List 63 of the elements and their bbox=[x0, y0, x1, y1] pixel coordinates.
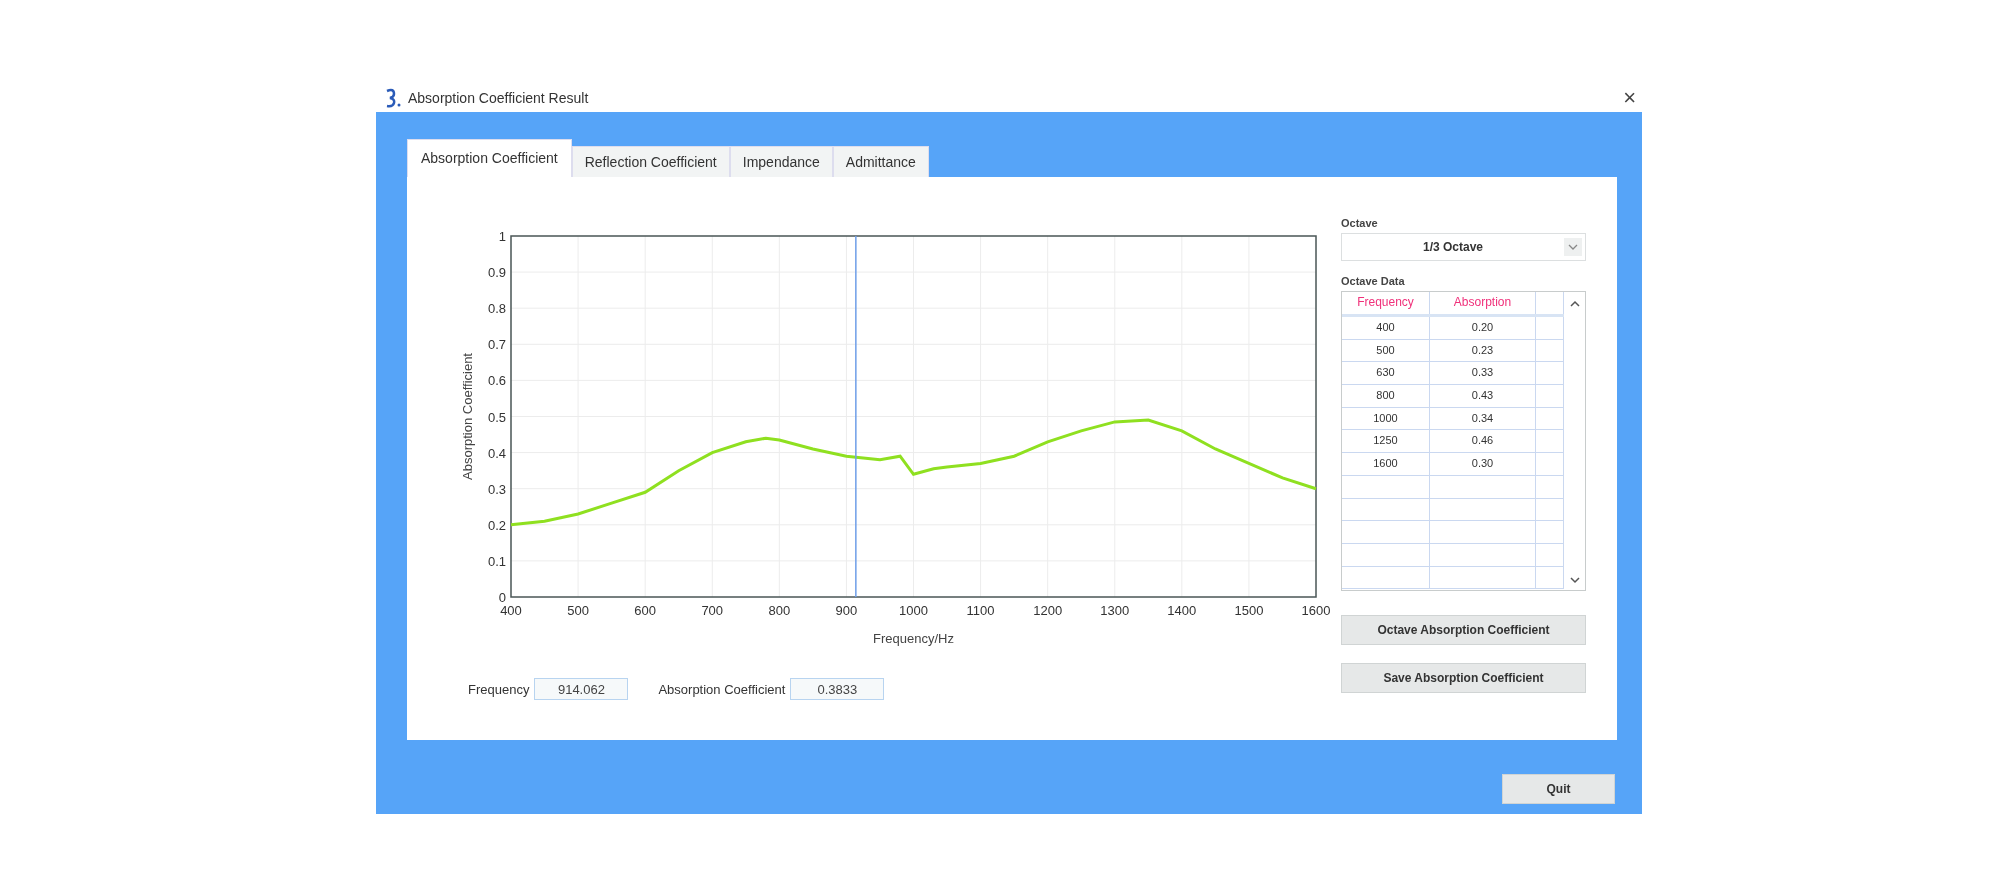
x-axis-title: Frequency/Hz bbox=[873, 631, 954, 646]
x-tick-label: 400 bbox=[500, 603, 522, 618]
x-tick-label: 1600 bbox=[1301, 603, 1331, 618]
y-tick-label: 0.6 bbox=[487, 373, 506, 389]
frequency-field[interactable]: 914.062 bbox=[534, 678, 629, 700]
x-tick-label: 700 bbox=[701, 603, 724, 618]
coefficient-label: Absorption Coefficient bbox=[658, 681, 786, 697]
table-cell: 400 bbox=[1342, 317, 1430, 339]
tab[interactable]: Admittance bbox=[832, 146, 929, 177]
action-button[interactable]: Save Absorption Coefficient bbox=[1341, 663, 1586, 693]
scroll-up-icon[interactable] bbox=[1568, 300, 1581, 308]
y-tick-label: 0.1 bbox=[487, 553, 506, 569]
x-tick-label: 900 bbox=[835, 603, 858, 618]
x-tick-label: 1100 bbox=[966, 603, 995, 618]
column-header: Frequency bbox=[1342, 292, 1430, 314]
y-tick-label: 0.2 bbox=[487, 517, 506, 533]
y-tick-label: 0.4 bbox=[487, 445, 506, 461]
x-tick-label: 600 bbox=[634, 603, 656, 618]
x-tick-label: 1400 bbox=[1167, 603, 1197, 618]
y-tick-label: 0.9 bbox=[487, 265, 506, 281]
tab[interactable]: Reflection Coefficient bbox=[571, 146, 730, 177]
table-cell: 1000 bbox=[1342, 407, 1430, 430]
coefficient-field[interactable]: 0.3833 bbox=[790, 678, 885, 700]
window-title: Absorption Coefficient Result bbox=[408, 89, 589, 106]
y-tick-label: 0 bbox=[498, 590, 506, 605]
table-cell: 630 bbox=[1342, 362, 1430, 385]
table-cell: 800 bbox=[1342, 385, 1430, 407]
close-button[interactable]: × bbox=[1623, 86, 1636, 109]
y-tick-label: 0.3 bbox=[487, 481, 506, 497]
x-tick-label: 1300 bbox=[1100, 603, 1130, 618]
x-tick-label: 1000 bbox=[899, 603, 928, 618]
octave-label: Octave bbox=[1341, 217, 1379, 229]
tab[interactable]: Impendance bbox=[729, 146, 833, 177]
caret-icon bbox=[1564, 238, 1582, 256]
table-cell: 0.46 bbox=[1430, 430, 1536, 453]
table-cell: 0.20 bbox=[1430, 317, 1536, 339]
octave-data-label: Octave Data bbox=[1341, 275, 1406, 287]
table-cell: 0.34 bbox=[1430, 407, 1536, 430]
table-cell: 1250 bbox=[1342, 430, 1430, 453]
quit-button[interactable]: Quit bbox=[1502, 774, 1615, 804]
y-tick-label: 0.8 bbox=[487, 301, 506, 317]
action-button[interactable]: Octave Absorption Coefficient bbox=[1341, 615, 1586, 645]
y-tick-label: 1 bbox=[498, 229, 506, 244]
app-logo-icon bbox=[384, 87, 402, 108]
table-cell: 500 bbox=[1342, 339, 1430, 362]
x-tick-label: 800 bbox=[768, 603, 791, 618]
table-cell: 0.23 bbox=[1430, 339, 1536, 362]
y-tick-label: 0.5 bbox=[487, 409, 506, 425]
table-cell: 0.30 bbox=[1430, 453, 1536, 475]
table-cell: 0.33 bbox=[1430, 362, 1536, 385]
x-tick-label: 500 bbox=[567, 603, 589, 618]
scroll-down-icon[interactable] bbox=[1568, 576, 1581, 584]
tab[interactable]: Absorption Coefficient bbox=[407, 139, 572, 177]
x-tick-label: 1200 bbox=[1033, 603, 1063, 618]
line-series bbox=[509, 418, 1318, 527]
y-tick-label: 0.7 bbox=[487, 337, 506, 353]
octave-dropdown[interactable]: 1/3 Octave bbox=[1341, 233, 1586, 261]
y-axis-title: Absorption Coefficient bbox=[460, 353, 475, 480]
table-cell: 1600 bbox=[1342, 453, 1430, 475]
x-tick-label: 1500 bbox=[1234, 603, 1264, 618]
frequency-label: Frequency bbox=[468, 681, 530, 697]
column-header: Absorption bbox=[1430, 292, 1536, 314]
table-cell: 0.43 bbox=[1430, 385, 1536, 407]
